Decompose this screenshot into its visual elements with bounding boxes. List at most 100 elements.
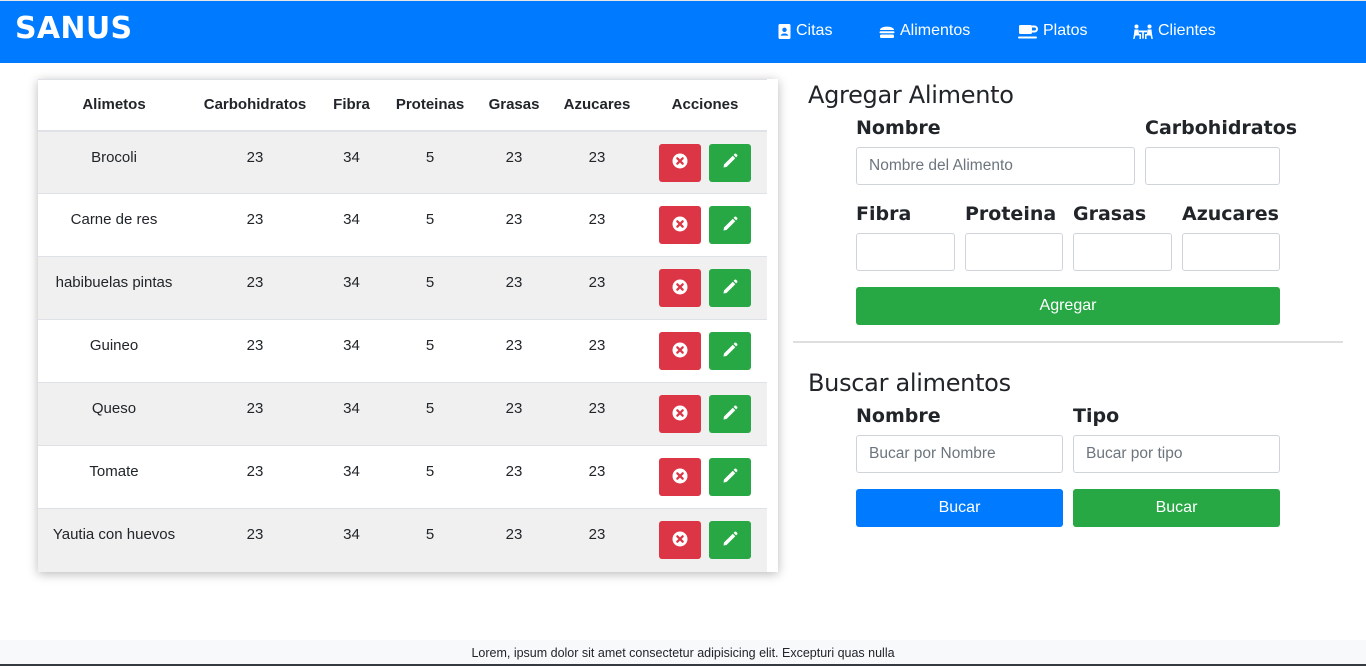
cell-proteinas: 5 (383, 445, 477, 509)
edit-button[interactable] (709, 395, 751, 433)
nav-platos-label: Platos (1043, 22, 1088, 39)
edit-button[interactable] (709, 521, 751, 559)
address-book-icon (778, 23, 791, 39)
table-row: Yautia con huevos 23 34 5 23 23 (38, 508, 767, 572)
pencil-icon (722, 153, 738, 172)
cell-alimento: Queso (38, 382, 190, 446)
cell-proteinas: 5 (383, 193, 477, 257)
nav-citas[interactable]: Citas (778, 20, 832, 42)
delete-button[interactable] (659, 332, 701, 370)
search-nombre-input[interactable] (856, 435, 1063, 473)
nombre-input[interactable] (856, 147, 1135, 185)
nav-alimentos[interactable]: Alimentos (879, 20, 970, 42)
edit-button[interactable] (709, 206, 751, 244)
pencil-icon (722, 279, 738, 298)
carbohidratos-input[interactable] (1145, 147, 1280, 185)
cell-carbohidratos: 23 (190, 130, 320, 194)
edit-button[interactable] (709, 332, 751, 370)
delete-button[interactable] (659, 395, 701, 433)
close-circle-icon (672, 405, 688, 424)
col-header-fibra: Fibra (320, 79, 383, 132)
edit-button[interactable] (709, 458, 751, 496)
cell-carbohidratos: 23 (190, 508, 320, 572)
cell-grasas: 23 (477, 130, 551, 194)
hamburger-icon (879, 24, 895, 39)
cell-proteinas: 5 (383, 319, 477, 383)
cell-azucares: 23 (551, 193, 643, 257)
table-row: Tomate 23 34 5 23 23 (38, 445, 767, 509)
cell-grasas: 23 (477, 508, 551, 572)
proteina-input[interactable] (965, 233, 1063, 271)
proteina-label: Proteina (965, 203, 1057, 225)
delete-button[interactable] (659, 143, 701, 182)
col-header-grasas: Grasas (477, 79, 551, 132)
col-header-proteinas: Proteinas (383, 79, 477, 132)
pencil-icon (722, 531, 738, 550)
cell-azucares: 23 (551, 382, 643, 446)
cell-fibra: 34 (320, 319, 383, 383)
add-form-title: Agregar Alimento (808, 81, 1014, 109)
pencil-icon (722, 405, 738, 424)
search-by-type-button[interactable]: Bucar (1073, 489, 1280, 527)
cell-fibra: 34 (320, 445, 383, 509)
delete-button[interactable] (659, 269, 701, 307)
nav-alimentos-label: Alimentos (900, 22, 971, 39)
pencil-icon (722, 468, 738, 487)
delete-button[interactable] (659, 521, 701, 559)
delete-button[interactable] (659, 206, 701, 244)
cell-alimento: Guineo (38, 319, 190, 383)
close-circle-icon (672, 216, 688, 235)
search-tipo-input[interactable] (1073, 435, 1280, 473)
pencil-icon (722, 342, 738, 361)
cell-grasas: 23 (477, 319, 551, 383)
close-circle-icon (672, 153, 688, 172)
people-at-table-icon (1133, 24, 1153, 39)
search-nombre-label: Nombre (856, 405, 941, 427)
coffee-cup-icon (1018, 24, 1038, 39)
cell-alimento: Carne de res (38, 193, 190, 257)
nav-clientes[interactable]: Clientes (1133, 20, 1216, 42)
edit-button[interactable] (709, 269, 751, 307)
nav-platos[interactable]: Platos (1018, 20, 1087, 42)
cell-alimento: habibuelas pintas (38, 256, 190, 320)
table-row: Brocoli 23 34 5 23 23 (38, 130, 767, 194)
section-divider (793, 341, 1343, 343)
cell-grasas: 23 (477, 193, 551, 257)
cell-actions (643, 382, 767, 446)
cell-fibra: 34 (320, 193, 383, 257)
cell-carbohidratos: 23 (190, 445, 320, 509)
cell-actions (643, 508, 767, 572)
azucares-label: Azucares (1182, 203, 1279, 225)
search-form-title: Buscar alimentos (808, 369, 1011, 397)
cell-actions (643, 445, 767, 509)
azucares-input[interactable] (1182, 233, 1280, 271)
delete-button[interactable] (659, 458, 701, 496)
footer-text: Lorem, ipsum dolor sit amet consectetur … (471, 646, 895, 660)
col-header-acciones: Acciones (643, 79, 767, 132)
food-table-card: Alimetos Carbohidratos Fibra Proteinas G… (38, 79, 778, 572)
cell-proteinas: 5 (383, 382, 477, 446)
cell-grasas: 23 (477, 382, 551, 446)
table-row: Queso 23 34 5 23 23 (38, 382, 767, 446)
cell-azucares: 23 (551, 508, 643, 572)
cell-actions (643, 319, 767, 383)
grasas-label: Grasas (1073, 203, 1147, 225)
carbohidratos-label: Carbohidratos (1145, 117, 1298, 139)
cell-azucares: 23 (551, 130, 643, 194)
cell-azucares: 23 (551, 445, 643, 509)
cell-carbohidratos: 23 (190, 319, 320, 383)
footer: Lorem, ipsum dolor sit amet consectetur … (0, 640, 1366, 666)
col-header-alimentos: Alimetos (38, 79, 190, 132)
table-header-row: Alimetos Carbohidratos Fibra Proteinas G… (38, 79, 767, 132)
brand-logo[interactable]: SANUS (15, 11, 132, 46)
cell-actions (643, 130, 767, 194)
search-by-name-button[interactable]: Bucar (856, 489, 1063, 527)
cell-fibra: 34 (320, 508, 383, 572)
fibra-input[interactable] (856, 233, 955, 271)
grasas-input[interactable] (1073, 233, 1172, 271)
cell-carbohidratos: 23 (190, 193, 320, 257)
cell-fibra: 34 (320, 130, 383, 194)
food-table: Alimetos Carbohidratos Fibra Proteinas G… (38, 79, 767, 572)
agregar-button[interactable]: Agregar (856, 287, 1280, 325)
edit-button[interactable] (709, 143, 751, 182)
